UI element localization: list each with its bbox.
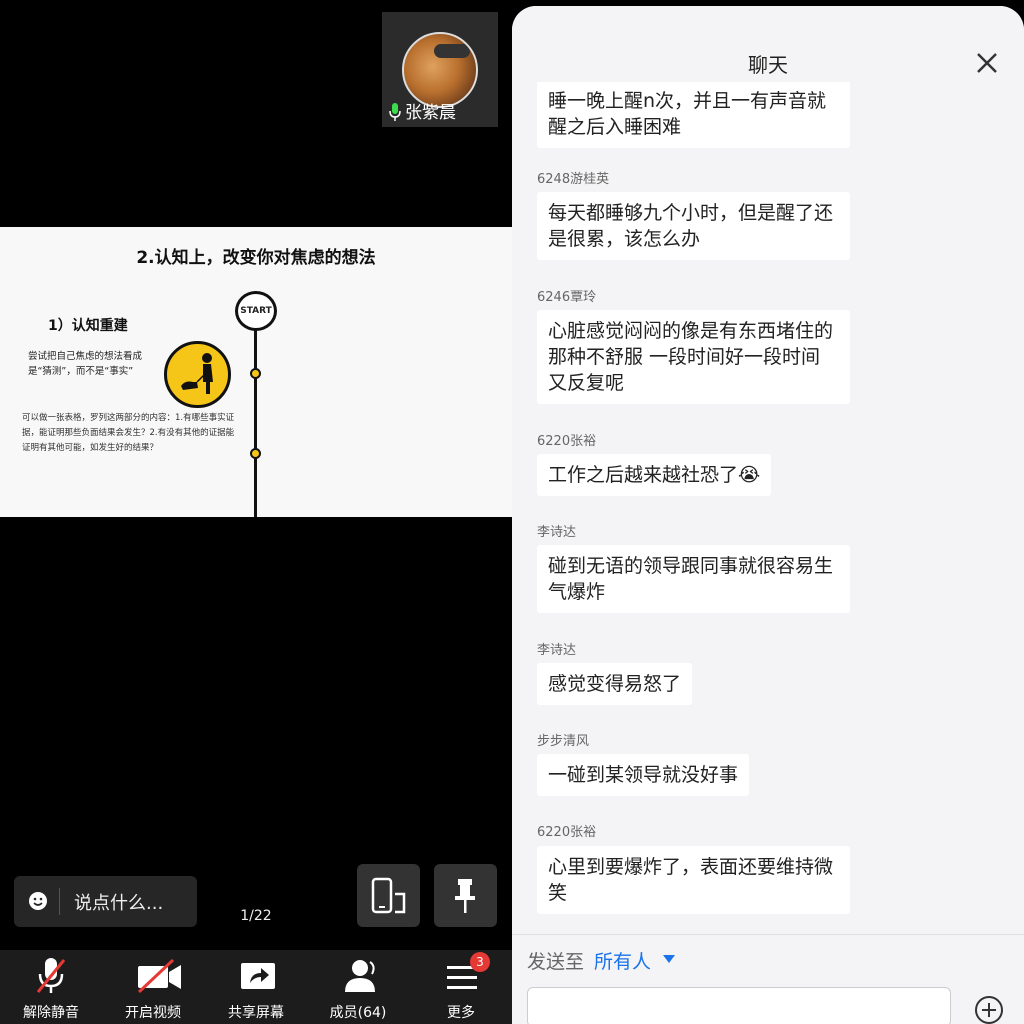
chat-message-bubble: 一碰到某领导就没好事: [537, 754, 750, 796]
chat-input-placeholder: 说点什么...: [74, 893, 164, 914]
chat-message-sender: 6220张裕: [537, 825, 597, 840]
chat-message-input[interactable]: [527, 987, 951, 1024]
unmute-button[interactable]: 解除静音: [0, 950, 102, 1024]
more-label: 更多: [447, 1005, 475, 1021]
chat-message-sender: 6246覃玲: [537, 290, 597, 305]
participant-video-thumbnail[interactable]: 张紫晨: [382, 12, 498, 127]
pin-icon: [455, 879, 475, 913]
meeting-toolbar: 解除静音 开启视频 共享屏幕 成员(64) 3 更多: [0, 950, 512, 1024]
chat-message-bubble: 睡一晚上醒n次，并且一有声音就醒之后入睡困难: [537, 82, 850, 148]
members-button[interactable]: 成员(64): [307, 950, 409, 1024]
add-icon[interactable]: [974, 995, 1004, 1024]
slide-timeline: [254, 309, 257, 517]
chat-footer: 发送至 所有人: [512, 934, 1024, 1024]
chat-message-sender: 6220张裕: [537, 434, 597, 449]
chat-panel: 聊天 睡一晚上醒n次，并且一有声音就醒之后入睡困难 6248游桂英 每天都睡够九…: [512, 6, 1024, 1024]
share-screen-button[interactable]: 共享屏幕: [205, 950, 307, 1024]
pin-button[interactable]: [434, 864, 497, 927]
slide-body: 可以做一张表格，罗列这两部分的内容：1.有哪些事实证据，能证明那些负面结果会发生…: [22, 413, 235, 453]
start-video-button[interactable]: 开启视频: [102, 950, 204, 1024]
members-label: 成员(64): [329, 1005, 387, 1021]
meeting-area: 张紫晨 2.认知上，改变你对焦虑的想法 1）认知重建 尝试把自己焦虑的想法看成是…: [0, 0, 512, 1024]
notification-badge: 3: [470, 952, 490, 972]
shared-slide: 2.认知上，改变你对焦虑的想法 1）认知重建 尝试把自己焦虑的想法看成是“猜测”…: [0, 227, 512, 517]
chat-title: 聊天: [748, 53, 788, 77]
slide-title: 2.认知上，改变你对焦虑的想法: [136, 248, 376, 268]
members-icon: [345, 960, 375, 992]
participant-avatar: [402, 32, 478, 108]
dog-walking-sign-icon: [164, 341, 231, 408]
slide-description: 尝试把自己焦虑的想法看成是“猜测”，而不是“事实”: [28, 351, 143, 377]
chat-message-sender: 6248游桂英: [537, 172, 610, 187]
chat-message-sender: 李诗达: [537, 643, 577, 658]
chat-message-bubble: 每天都睡够九个小时，但是醒了还是很累，该怎么办: [537, 192, 850, 260]
timeline-dot: [250, 448, 261, 459]
send-to-label: 发送至: [527, 951, 585, 973]
rotate-screen-button[interactable]: [357, 864, 420, 927]
send-to-selector[interactable]: 所有人: [594, 947, 651, 974]
mic-muted-icon: [36, 958, 66, 993]
chat-message-bubble: 感觉变得易怒了: [537, 663, 693, 705]
slide-subtitle: 1）认知重建: [48, 318, 128, 334]
share-screen-label: 共享屏幕: [228, 1005, 284, 1021]
phone-rotate-icon: [371, 877, 406, 914]
chat-message-sender: 步步清风: [537, 734, 590, 749]
chat-quick-input[interactable]: 说点什么...: [14, 876, 197, 927]
divider: [59, 888, 60, 915]
timeline-dot: [250, 368, 261, 379]
chat-message-bubble: 心脏感觉闷闷的像是有东西堵住的那种不舒服 一段时间好一段时间又反复呢: [537, 310, 850, 404]
participant-name: 张紫晨: [405, 103, 456, 123]
timeline-start: START: [235, 291, 277, 331]
unmute-label: 解除静音: [23, 1005, 79, 1021]
emoji-icon[interactable]: [28, 891, 48, 911]
share-screen-icon: [241, 963, 275, 989]
start-video-label: 开启视频: [125, 1005, 181, 1021]
chat-message-bubble: 碰到无语的领导跟同事就很容易生气爆炸: [537, 545, 850, 613]
more-button[interactable]: 3 更多: [410, 950, 512, 1024]
close-icon[interactable]: [972, 48, 1002, 78]
chat-message-bubble: 工作之后越来越社恐了😭: [537, 454, 772, 496]
video-off-icon: [137, 958, 181, 994]
chat-header: 聊天: [512, 6, 1024, 82]
slide-page-indicator: 1/22: [240, 908, 272, 924]
dropdown-caret-icon[interactable]: [663, 955, 675, 963]
chat-message-sender: 李诗达: [537, 525, 577, 540]
chat-message-list[interactable]: 睡一晚上醒n次，并且一有声音就醒之后入睡困难 6248游桂英 每天都睡够九个小时…: [512, 82, 1024, 934]
mic-active-icon: [389, 103, 401, 121]
chat-message-bubble: 心里到要爆炸了，表面还要维持微笑: [537, 846, 850, 914]
